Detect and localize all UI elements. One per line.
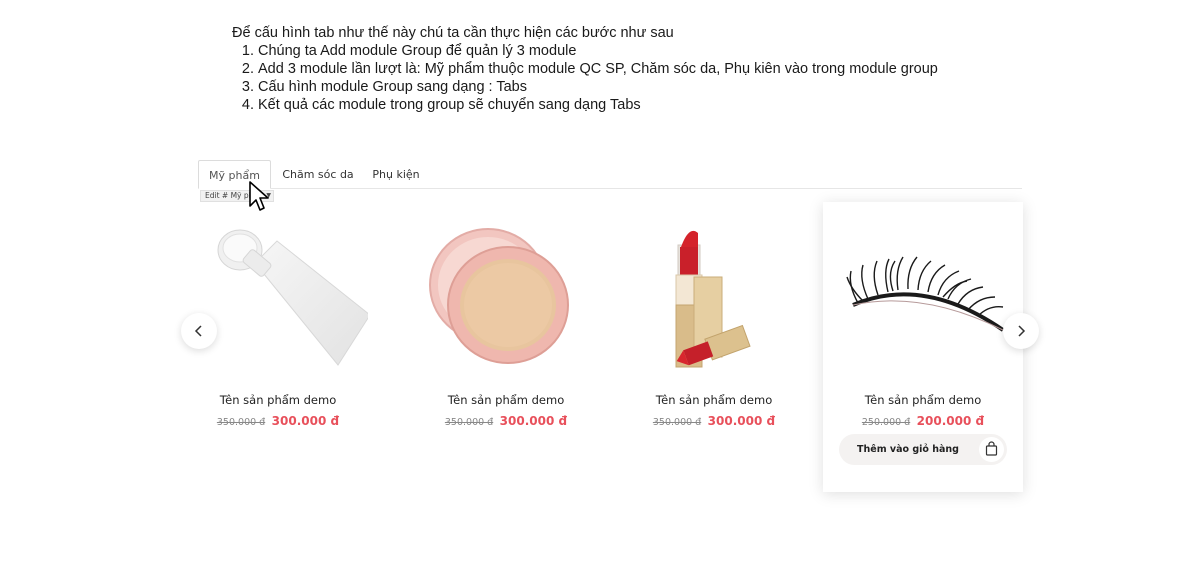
- chevron-right-icon: [1018, 325, 1026, 337]
- product-name[interactable]: Tên sản phẩm demo: [406, 393, 606, 407]
- product-name[interactable]: Tên sản phẩm demo: [178, 393, 378, 407]
- product-card-hovered[interactable]: Tên sản phẩm demo 250.000 đ 200.000 đ Th…: [823, 202, 1023, 492]
- instructions: Để cấu hình tab như thế này chú ta cần t…: [232, 24, 992, 114]
- tab-bar: Mỹ phẩm Chăm sóc da Phụ kiện: [198, 160, 1022, 189]
- instructions-steps: Chúng ta Add module Group để quản lý 3 m…: [258, 42, 992, 114]
- old-price: 250.000 đ: [861, 417, 911, 428]
- sale-price: 300.000 đ: [707, 414, 776, 428]
- product-card[interactable]: Tên sản phẩm demo 350.000 đ 300.000 đ: [178, 215, 378, 485]
- sale-price: 300.000 đ: [499, 414, 568, 428]
- eyelashes-image: [846, 256, 1005, 332]
- lipstick-image: [675, 230, 751, 368]
- add-to-cart-button[interactable]: Thêm vào giỏ hàng: [839, 434, 1007, 465]
- cream-tube-image: [217, 229, 368, 366]
- product-price: 350.000 đ 300.000 đ: [178, 412, 378, 430]
- mouse-cursor-icon: [249, 181, 269, 211]
- sale-price: 200.000 đ: [916, 414, 985, 428]
- product-price: 250.000 đ 200.000 đ: [823, 412, 1023, 430]
- instruction-step: Add 3 module lần lượt là: Mỹ phẩm thuộc …: [258, 60, 992, 78]
- old-price: 350.000 đ: [444, 417, 494, 428]
- product-name[interactable]: Tên sản phẩm demo: [614, 393, 814, 407]
- tab-cham-soc-da[interactable]: Chăm sóc da: [278, 160, 358, 189]
- product-name[interactable]: Tên sản phẩm demo: [823, 393, 1023, 407]
- tab-phu-kien[interactable]: Phụ kiện: [366, 160, 426, 189]
- instructions-intro: Để cấu hình tab như thế này chú ta cần t…: [232, 25, 674, 41]
- product-price: 350.000 đ 300.000 đ: [614, 412, 814, 430]
- sale-price: 300.000 đ: [271, 414, 340, 428]
- instruction-step: Cấu hình module Group sang dạng : Tabs: [258, 78, 992, 96]
- add-to-cart-label: Thêm vào giỏ hàng: [857, 444, 959, 455]
- carousel-prev-button[interactable]: [181, 313, 217, 349]
- powder-compact-image: [429, 228, 569, 364]
- old-price: 350.000 đ: [652, 417, 702, 428]
- old-price: 350.000 đ: [216, 417, 266, 428]
- instruction-step: Kết quả các module trong group sẽ chuyển…: [258, 96, 992, 114]
- instruction-step: Chúng ta Add module Group để quản lý 3 m…: [258, 42, 992, 60]
- carousel-next-button[interactable]: [1003, 313, 1039, 349]
- product-card[interactable]: Tên sản phẩm demo 350.000 đ 300.000 đ: [614, 215, 814, 485]
- product-price: 350.000 đ 300.000 đ: [406, 412, 606, 430]
- shopping-bag-icon: [979, 437, 1004, 462]
- product-card[interactable]: Tên sản phẩm demo 350.000 đ 300.000 đ: [406, 215, 606, 485]
- chevron-left-icon: [194, 325, 202, 337]
